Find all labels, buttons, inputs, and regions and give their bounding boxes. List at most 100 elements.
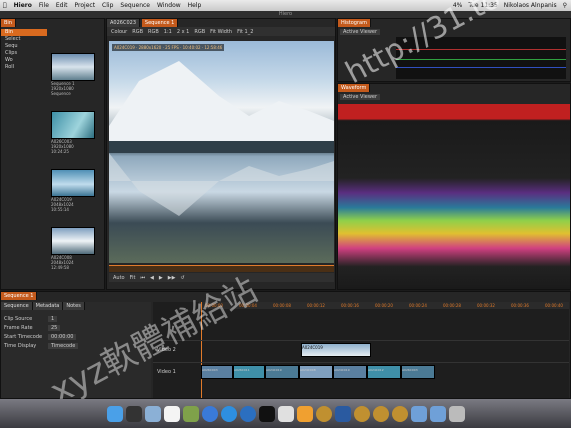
menu-project[interactable]: Project xyxy=(75,2,96,9)
viewer-control[interactable]: RGB xyxy=(148,29,159,35)
tab-bin[interactable]: Bin xyxy=(1,19,16,27)
clip-label: A024C019 xyxy=(334,368,350,372)
app-icon[interactable] xyxy=(353,405,370,422)
app-icon[interactable] xyxy=(277,405,294,422)
apple-icon[interactable]:  xyxy=(3,2,7,9)
track-video-2: Video 2 A024C019 xyxy=(153,340,569,361)
viewer-control[interactable]: RGB xyxy=(132,29,143,35)
timeline-clip[interactable]: A024C012 xyxy=(367,365,401,379)
app-menu[interactable]: Hiero xyxy=(14,2,32,9)
clip-thumbnail[interactable]: A024C019 2048x1024 10:55:14 xyxy=(51,169,95,212)
bin-tree-item[interactable]: Sequ xyxy=(1,43,47,50)
clip-label: A026C003 xyxy=(402,368,418,372)
tab-sequence[interactable]: Sequence 1 xyxy=(1,292,38,300)
tab-viewer-clip[interactable]: A026C023 xyxy=(107,19,140,27)
ruler-tick: 00:00:16 xyxy=(341,303,359,308)
itunes-icon[interactable] xyxy=(201,405,218,422)
preview-icon[interactable] xyxy=(182,405,199,422)
bin-tree-item[interactable]: Bin xyxy=(1,29,47,36)
menu-help[interactable]: Help xyxy=(188,2,202,9)
loop-icon[interactable]: ↺ xyxy=(180,275,184,281)
rewind-icon[interactable]: ⏮ xyxy=(140,275,145,281)
prop-value[interactable]: 1 xyxy=(48,316,58,322)
app-icon[interactable] xyxy=(391,405,408,422)
spotlight-icon[interactable]: ⚲ xyxy=(563,2,567,9)
waveform-mode-select[interactable]: Active Viewer xyxy=(340,94,381,100)
clip-label: A024C019 xyxy=(302,345,323,350)
play-icon[interactable]: ▶ xyxy=(159,275,163,281)
viewer-image[interactable]: A024C019 · 2880x1620 · 25 FPS · 10:40:02… xyxy=(109,41,334,263)
safari-icon[interactable] xyxy=(220,405,237,422)
ruler-tick: 00:00:40 xyxy=(545,303,563,308)
prop-label: Frame Rate xyxy=(4,325,33,331)
prop-value[interactable]: 00:00:00 xyxy=(48,334,77,340)
tab-viewer-sequence[interactable]: Sequence 1 xyxy=(141,19,179,27)
prop-label: Clip Source xyxy=(4,316,33,322)
app-icon[interactable] xyxy=(296,405,313,422)
ruler-tick: 00:00:28 xyxy=(443,303,461,308)
bin-tree-item[interactable]: Roll xyxy=(1,64,47,71)
clip-info: 10:55:14 xyxy=(51,207,69,212)
folder-icon[interactable] xyxy=(429,405,446,422)
trash-icon[interactable] xyxy=(448,405,465,422)
clip-thumbnail[interactable]: A024C008 2048x1024 12:49:58 xyxy=(51,227,95,270)
mail-icon[interactable] xyxy=(144,405,161,422)
dashboard-icon[interactable] xyxy=(125,405,142,422)
finder-icon[interactable] xyxy=(106,405,123,422)
ruler-tick: 00:00:20 xyxy=(375,303,393,308)
clip-info: 12:49:58 xyxy=(51,265,69,270)
app-icon[interactable] xyxy=(334,405,351,422)
browser-icon[interactable] xyxy=(239,405,256,422)
waveform-display xyxy=(338,104,570,289)
step-back-icon[interactable]: ◀ xyxy=(150,275,154,281)
app-icon[interactable] xyxy=(315,405,332,422)
tab-metadata[interactable]: Metadata xyxy=(32,302,64,310)
menu-edit[interactable]: Edit xyxy=(56,2,68,9)
viewer-control[interactable]: Fit Width xyxy=(210,29,232,35)
step-forward-icon[interactable]: ▶▶ xyxy=(168,275,176,281)
clip-thumbnail[interactable]: Sequence 1 1920x1080 Sequence xyxy=(51,53,95,96)
terminal-icon[interactable] xyxy=(258,405,275,422)
clip-thumbnail[interactable]: A026C003 1920x1080 10:24:25 xyxy=(51,111,95,154)
clip-label: A026C011 xyxy=(234,368,250,372)
tab-notes[interactable]: Notes xyxy=(63,302,85,310)
timeline-clip[interactable]: A024C019 xyxy=(301,343,371,357)
bin-tree-item[interactable]: Wo xyxy=(1,57,47,64)
viewer-control[interactable]: 2 x 1 xyxy=(177,29,190,35)
prop-value[interactable]: Timecode xyxy=(48,343,79,349)
clip-label: A026C003 xyxy=(202,368,218,372)
menu-sequence[interactable]: Sequence xyxy=(120,2,150,9)
mountain-scene xyxy=(109,61,334,216)
menu-window[interactable]: Window xyxy=(157,2,181,9)
viewer-control[interactable]: 1:1 xyxy=(164,29,172,35)
calendar-icon[interactable] xyxy=(163,405,180,422)
user-name[interactable]: Nikolaos Alnpanis xyxy=(504,2,557,9)
viewer-control[interactable]: RGB xyxy=(194,29,205,35)
bin-tree-item[interactable]: Clips xyxy=(1,50,47,57)
timeline-clip[interactable]: A026C011 xyxy=(233,365,265,379)
histogram-mode-select[interactable]: Active Viewer xyxy=(340,29,381,35)
prop-value[interactable]: 25 xyxy=(48,325,61,331)
viewer-scrubber[interactable] xyxy=(109,265,334,272)
app-icon[interactable] xyxy=(372,405,389,422)
timeline-clip[interactable]: A024C008 xyxy=(299,365,333,379)
bin-tree-item[interactable]: Select xyxy=(1,36,47,43)
clip-label: A024C012 xyxy=(368,368,384,372)
auto-select[interactable]: Auto xyxy=(113,275,125,281)
track-label[interactable]: Video 1 xyxy=(157,369,176,375)
menu-clip[interactable]: Clip xyxy=(102,2,113,9)
fit-select[interactable]: Fit xyxy=(130,275,136,281)
tab-sequence-props[interactable]: Sequence xyxy=(1,302,33,310)
viewer-control[interactable]: Colour xyxy=(111,29,127,35)
timeline-clip[interactable]: A026C003 xyxy=(201,365,233,379)
menu-file[interactable]: File xyxy=(39,2,49,9)
folder-icon[interactable] xyxy=(410,405,427,422)
timeline-clip[interactable]: A026C003 xyxy=(401,365,435,379)
viewer-control[interactable]: Fit 1_2 xyxy=(237,29,253,35)
ruler-tick: 00:00:08 xyxy=(273,303,291,308)
tab-histogram[interactable]: Histogram xyxy=(338,19,371,27)
timeline-clip[interactable]: A024C019 xyxy=(265,365,299,379)
timeline-clip[interactable]: A024C019 xyxy=(333,365,367,379)
viewer-toolbar: Colour RGB RGB 1:1 2 x 1 RGB Fit Width F… xyxy=(107,27,335,36)
ruler-tick: 00:00:12 xyxy=(307,303,325,308)
